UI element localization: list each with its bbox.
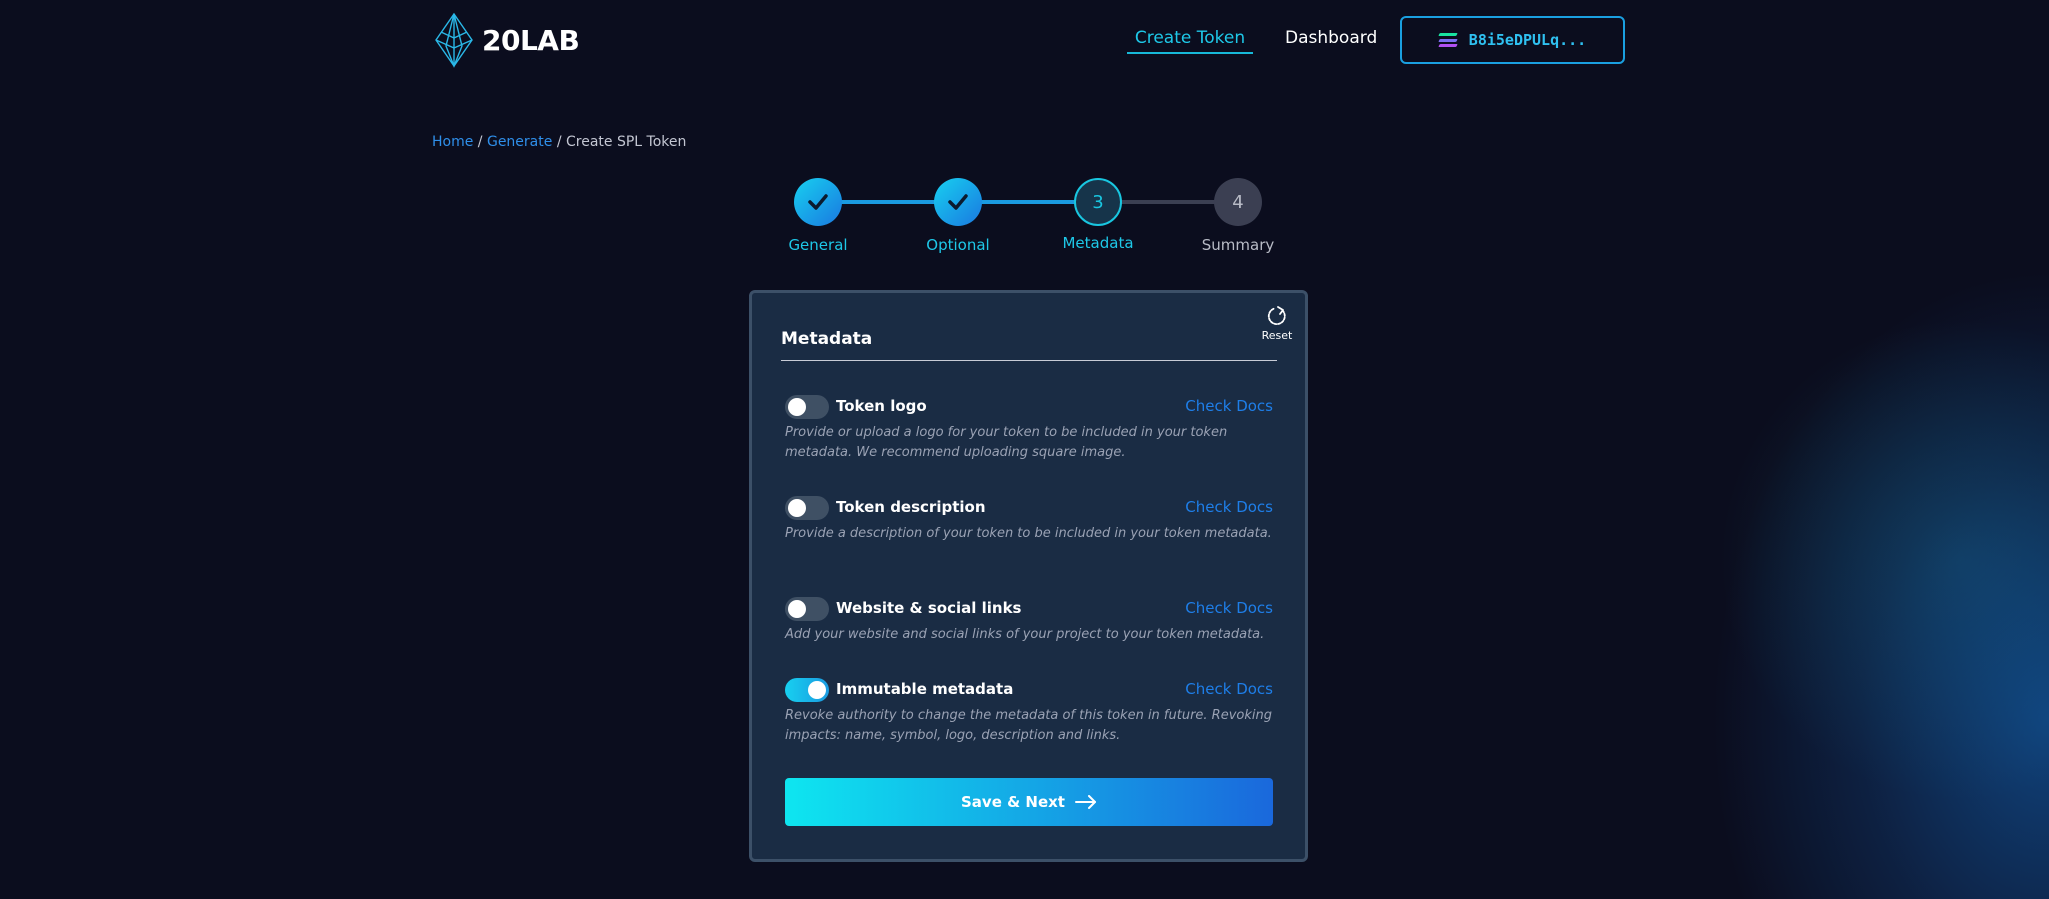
save-next-button[interactable]: Save & Next xyxy=(785,778,1273,826)
reset-icon xyxy=(1267,306,1286,325)
logo-text: 20LAB xyxy=(482,23,580,57)
step-number: 3 xyxy=(1092,191,1104,213)
step-label-summary: Summary xyxy=(1201,236,1275,254)
breadcrumb-current: Create SPL Token xyxy=(565,134,687,150)
option-description: Provide a description of your token to b… xyxy=(785,526,1272,541)
step-optional[interactable] xyxy=(934,178,982,226)
toggle-website-social-links[interactable] xyxy=(785,597,829,621)
option-description: Provide or upload a logo for your token … xyxy=(785,425,1228,460)
wallet-button[interactable]: B8i5eDPULq... xyxy=(1400,16,1625,64)
arrow-right-icon xyxy=(1074,795,1096,809)
check-icon xyxy=(948,194,968,210)
metadata-card xyxy=(749,290,1308,862)
step-general[interactable] xyxy=(794,178,842,226)
option-label: Token logo xyxy=(836,397,927,415)
breadcrumb-separator: / xyxy=(477,134,483,150)
toggle-immutable-metadata[interactable] xyxy=(785,678,829,702)
breadcrumb: Home / Generate / Create SPL Token xyxy=(432,134,686,150)
breadcrumb-home[interactable]: Home xyxy=(432,134,473,150)
step-summary[interactable]: 4 xyxy=(1214,178,1262,226)
logo[interactable]: 20LAB xyxy=(432,12,580,68)
logo-icon xyxy=(435,12,473,68)
reset-label: Reset xyxy=(1261,329,1293,342)
breadcrumb-generate[interactable]: Generate xyxy=(487,134,552,150)
check-docs-link[interactable]: Check Docs xyxy=(1185,498,1273,516)
check-icon xyxy=(808,194,828,210)
wallet-address: B8i5eDPULq... xyxy=(1468,31,1587,49)
check-docs-link[interactable]: Check Docs xyxy=(1185,599,1273,617)
solana-icon xyxy=(1438,33,1458,47)
nav-create-token[interactable]: Create Token xyxy=(1127,22,1253,54)
step-metadata[interactable]: 3 xyxy=(1074,178,1122,226)
save-next-label: Save & Next xyxy=(961,793,1065,811)
nav-dashboard[interactable]: Dashboard xyxy=(1285,22,1377,54)
toggle-token-description[interactable] xyxy=(785,496,829,520)
option-description: Revoke authority to change the metadata … xyxy=(785,708,1272,743)
step-number: 4 xyxy=(1232,191,1244,213)
divider xyxy=(781,360,1277,361)
breadcrumb-separator: / xyxy=(556,134,562,150)
option-description: Add your website and social links of you… xyxy=(785,627,1265,642)
step-label-metadata: Metadata xyxy=(1062,234,1134,252)
check-docs-link[interactable]: Check Docs xyxy=(1185,680,1273,698)
check-docs-link[interactable]: Check Docs xyxy=(1185,397,1273,415)
step-label-optional: Optional xyxy=(926,236,990,254)
option-label: Token description xyxy=(836,498,986,516)
card-title: Metadata xyxy=(781,329,873,349)
step-label-general: General xyxy=(788,236,848,254)
reset-button[interactable]: Reset xyxy=(1259,304,1295,342)
option-label: Immutable metadata xyxy=(836,680,1014,698)
option-label: Website & social links xyxy=(836,599,1022,617)
toggle-token-logo[interactable] xyxy=(785,395,829,419)
